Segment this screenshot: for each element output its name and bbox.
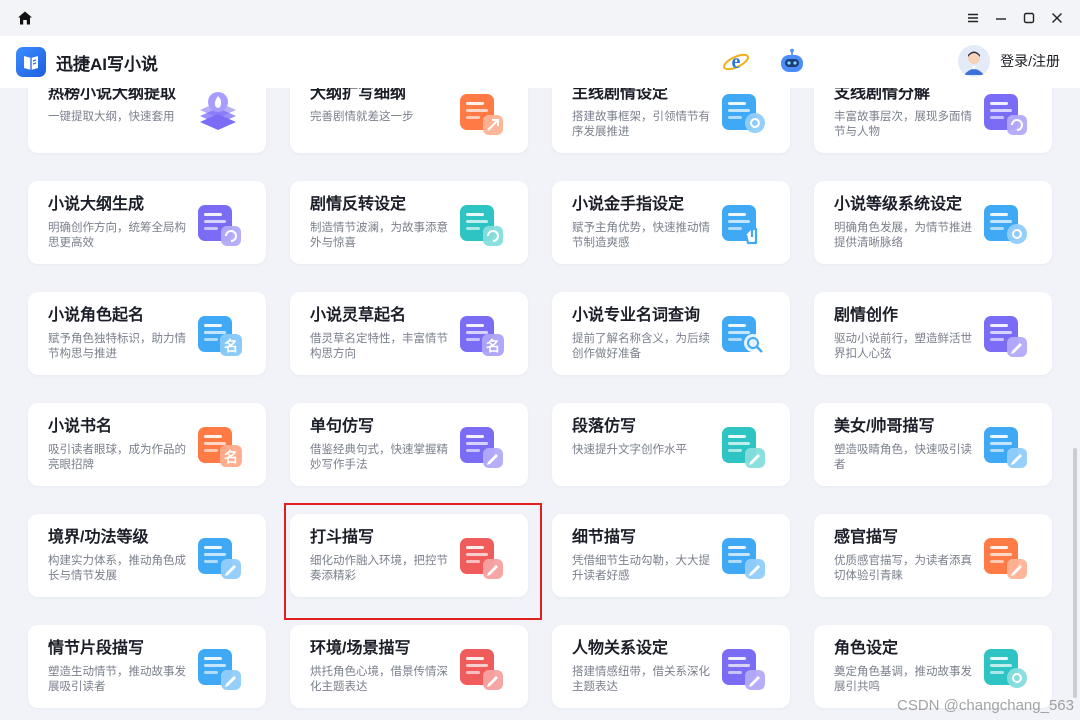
- minimize-icon[interactable]: [994, 11, 1008, 25]
- tool-card[interactable]: 美女/帅哥描写 塑造吸睛角色，快速吸引读者: [814, 403, 1052, 486]
- list-expand-icon: [456, 88, 504, 136]
- doc-refresh-icon: [194, 199, 242, 247]
- play-edit-icon: [194, 643, 242, 691]
- svg-text:e: e: [732, 51, 741, 73]
- doc-edit-icon: [456, 421, 504, 469]
- atom-edit-icon: [718, 532, 766, 580]
- svg-text:名: 名: [224, 449, 238, 466]
- tool-card[interactable]: 小说角色起名 赋予角色独特标识，助力情节构思与推进名: [28, 292, 266, 375]
- maximize-icon[interactable]: [1022, 11, 1036, 25]
- relation-edit-icon: [718, 643, 766, 691]
- app-header: 迅捷AI写小说 e 登录/注册: [0, 36, 1080, 88]
- login-label: 登录/注册: [1000, 53, 1060, 69]
- tool-card[interactable]: 剧情创作 驱动小说前行，塑造鲜活世界扣人心弦: [814, 292, 1052, 375]
- tool-card-description: 细化动作融入环境，把控节奏添精彩: [310, 555, 448, 582]
- book-name-icon: 名: [194, 421, 242, 469]
- tool-card[interactable]: 主线剧情设定 搭建故事框架，引领情节有序发展推进: [552, 88, 790, 153]
- window-titlebar: [0, 0, 1080, 36]
- book-search-icon: [718, 310, 766, 358]
- scrollbar[interactable]: [1073, 448, 1077, 698]
- tool-card[interactable]: 小说大纲生成 明确创作方向，统筹全局构思更高效: [28, 181, 266, 264]
- tool-card[interactable]: 小说书名 吸引读者眼球，成为作品的亮眼招牌名: [28, 403, 266, 486]
- tool-card-description: 明确角色发展，为情节推进提供清晰脉络: [834, 222, 972, 249]
- home-icon[interactable]: [16, 9, 34, 27]
- tool-card[interactable]: 人物关系设定 搭建情感纽带，借关系深化主题表达: [552, 625, 790, 708]
- person-chart-icon: [194, 532, 242, 580]
- tool-card-description: 搭建故事框架，引领情节有序发展推进: [572, 111, 710, 138]
- tool-card-description: 借鉴经典句式，快速掌握精妙写作手法: [310, 444, 448, 471]
- layers-fire-icon: [194, 88, 242, 136]
- tool-card-description: 驱动小说前行，塑造鲜活世界扣人心弦: [834, 333, 972, 360]
- tool-card-description: 吸引读者眼球，成为作品的亮眼招牌: [48, 444, 186, 471]
- leaf-edit-icon: [456, 643, 504, 691]
- close-icon[interactable]: [1050, 11, 1064, 25]
- login-button[interactable]: 登录/注册: [958, 45, 1060, 77]
- header-tools: e: [720, 46, 808, 78]
- tool-card-description: 构建实力体系，推动角色成长与情节发展: [48, 555, 186, 582]
- tool-card-description: 塑造吸睛角色，快速吸引读者: [834, 444, 972, 471]
- tool-card-description: 奠定角色基调，推动故事发展引共鸣: [834, 666, 972, 693]
- list-turn-icon: [456, 199, 504, 247]
- tool-card[interactable]: 打斗描写 细化动作融入环境，把控节奏添精彩: [290, 514, 528, 597]
- tool-card-description: 优质感官描写，为读者添真切体验引青睐: [834, 555, 972, 582]
- menu-icon[interactable]: [966, 11, 980, 25]
- tool-card[interactable]: 支线剧情分解 丰富故事层次，展现多面情节与人物: [814, 88, 1052, 153]
- svg-text:名: 名: [486, 338, 500, 355]
- paragraph-edit-icon: [718, 421, 766, 469]
- tool-card[interactable]: 境界/功法等级 构建实力体系，推动角色成长与情节发展: [28, 514, 266, 597]
- map-finger-icon: [718, 199, 766, 247]
- tool-card[interactable]: 小说金手指设定 赋予主角优势，快速推动情节制造爽感: [552, 181, 790, 264]
- tool-card[interactable]: 环境/场景描写 烘托角色心境，借景传情深化主题表达: [290, 625, 528, 708]
- doc-branch-icon: [980, 88, 1028, 136]
- star-gear-icon: [980, 199, 1028, 247]
- tool-card-description: 搭建情感纽带，借关系深化主题表达: [572, 666, 710, 693]
- tool-card[interactable]: 小说灵草起名 借灵草名定特性，丰富情节构思方向名: [290, 292, 528, 375]
- tool-card[interactable]: 剧情反转设定 制造情节波澜，为故事添意外与惊喜: [290, 181, 528, 264]
- tool-card-description: 凭借细节生动勾勒，大大提升读者好感: [572, 555, 710, 582]
- mask-name-icon: 名: [194, 310, 242, 358]
- browser-e-icon[interactable]: e: [720, 46, 752, 78]
- leaf-name-icon: 名: [456, 310, 504, 358]
- tool-card[interactable]: 情节片段描写 塑造生动情节，推动故事发展吸引读者: [28, 625, 266, 708]
- tool-card[interactable]: 小说等级系统设定 明确角色发展，为情节推进提供清晰脉络: [814, 181, 1052, 264]
- ai-robot-icon[interactable]: [776, 46, 808, 78]
- mask-gear-icon: [980, 643, 1028, 691]
- face-edit-icon: [980, 421, 1028, 469]
- tool-card-description: 完善剧情就差这一步: [310, 111, 414, 123]
- tool-card[interactable]: 感官描写 优质感官描写，为读者添真切体验引青睐: [814, 514, 1052, 597]
- app-logo-icon: [16, 47, 46, 77]
- tool-card-description: 丰富故事层次，展现多面情节与人物: [834, 111, 972, 138]
- tool-card[interactable]: 小说专业名词查询 提前了解名称含义，为后续创作做好准备: [552, 292, 790, 375]
- tool-card[interactable]: 单句仿写 借鉴经典句式，快速掌握精妙写作手法: [290, 403, 528, 486]
- avatar: [958, 45, 991, 77]
- tool-card[interactable]: 大纲扩写细纲 完善剧情就差这一步: [290, 88, 528, 153]
- tool-card-description: 借灵草名定特性，丰富情节构思方向: [310, 333, 448, 360]
- tool-card-grid: 热榜小说大纲提取 一键提取大纲，快速套用 大纲扩写细纲 完善剧情就差这一步 主线剧情设定…: [28, 88, 1052, 708]
- tool-card-description: 提前了解名称含义，为后续创作做好准备: [572, 333, 710, 360]
- tool-card-description: 赋予主角优势，快速推动情节制造爽感: [572, 222, 710, 249]
- app-title: 迅捷AI写小说: [56, 54, 158, 74]
- fist-edit-icon: [456, 532, 504, 580]
- tool-card-description: 烘托角色心境，借景传情深化主题表达: [310, 666, 448, 693]
- tool-card-description: 一键提取大纲，快速套用: [48, 111, 175, 123]
- tool-card[interactable]: 段落仿写 快速提升文字创作水平: [552, 403, 790, 486]
- tool-card-description: 赋予角色独特标识，助力情节构思与推进: [48, 333, 186, 360]
- tool-card-description: 制造情节波澜，为故事添意外与惊喜: [310, 222, 448, 249]
- window-controls: [966, 11, 1064, 25]
- svg-text:名: 名: [224, 338, 238, 355]
- lips-edit-icon: [980, 532, 1028, 580]
- tool-card[interactable]: 热榜小说大纲提取 一键提取大纲，快速套用: [28, 88, 266, 153]
- tools-panel: 热榜小说大纲提取 一键提取大纲，快速套用 大纲扩写细纲 完善剧情就差这一步 主线剧情设定…: [0, 88, 1080, 720]
- tool-card[interactable]: 角色设定 奠定角色基调，推动故事发展引共鸣: [814, 625, 1052, 708]
- doc-gear-icon: [718, 88, 766, 136]
- tool-card[interactable]: 细节描写 凭借细节生动勾勒，大大提升读者好感: [552, 514, 790, 597]
- tool-card-description: 明确创作方向，统筹全局构思更高效: [48, 222, 186, 249]
- tool-card-description: 快速提升文字创作水平: [572, 444, 687, 456]
- tool-card-description: 塑造生动情节，推动故事发展吸引读者: [48, 666, 186, 693]
- watermark: CSDN @changchang_563: [896, 697, 1074, 714]
- doc-pen-icon: [980, 310, 1028, 358]
